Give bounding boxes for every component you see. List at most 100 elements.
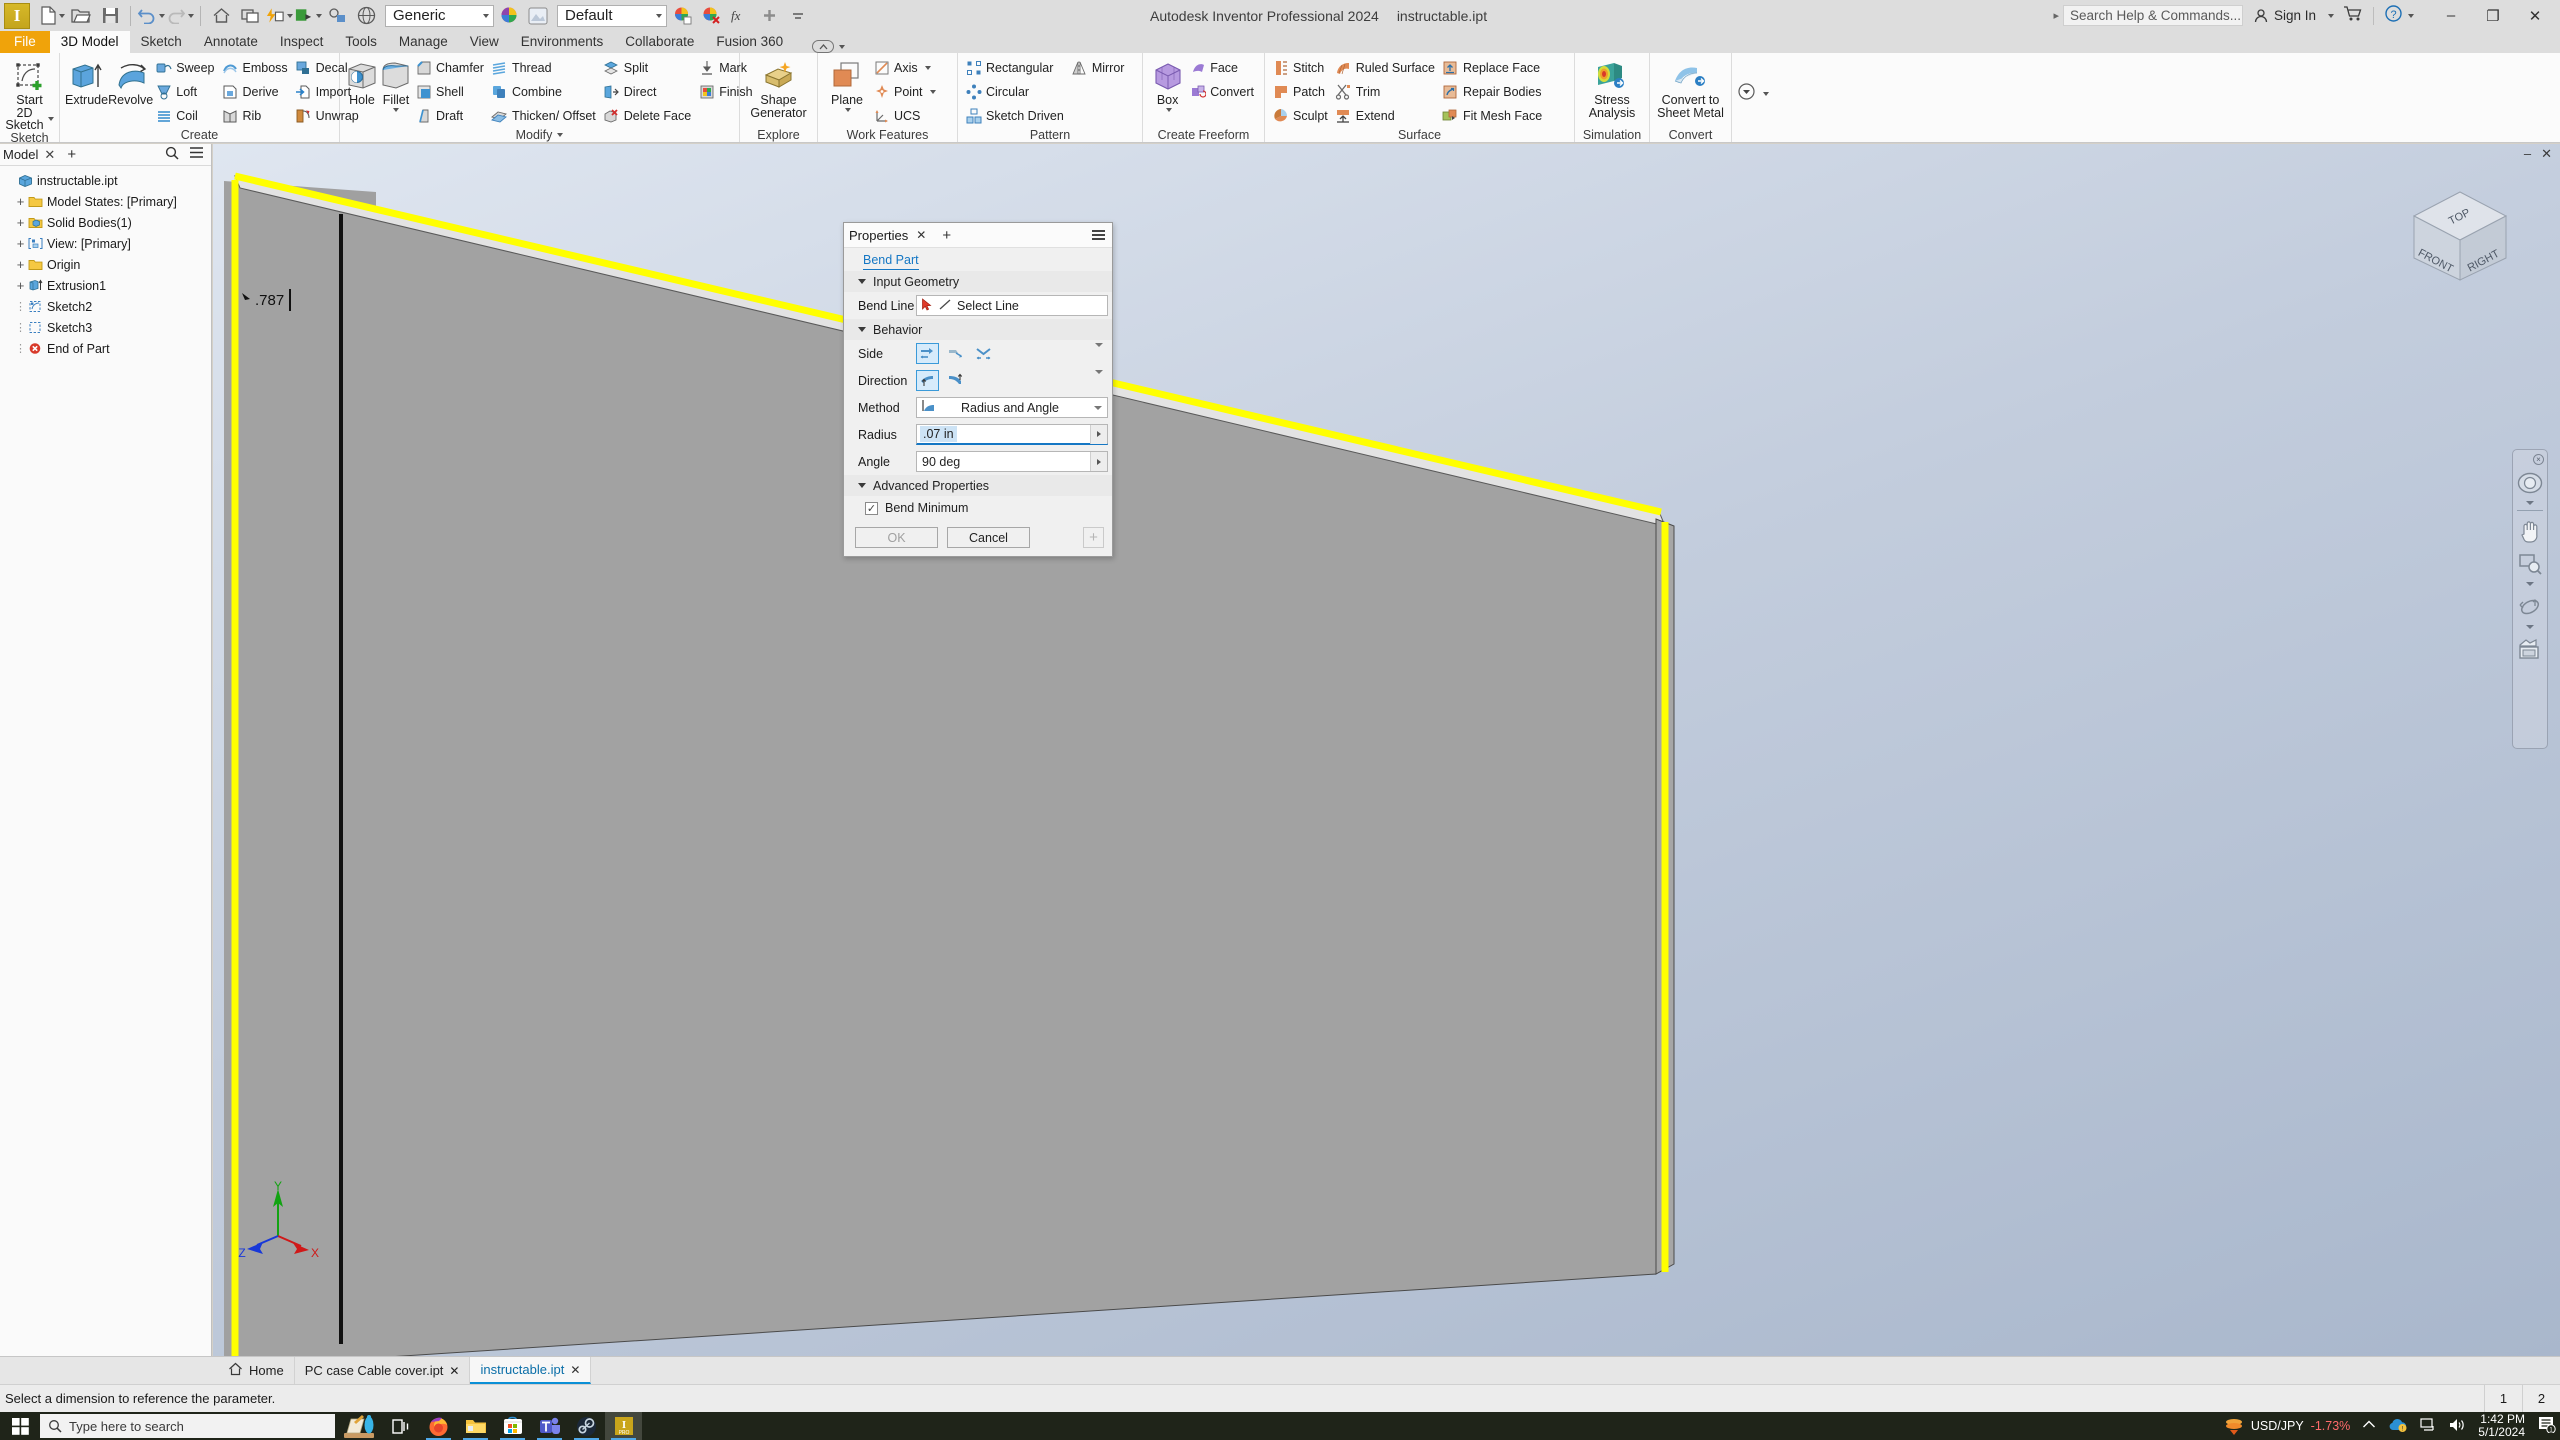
sweep-button[interactable]: Sweep	[153, 56, 219, 80]
add-button[interactable]: +	[1083, 527, 1104, 548]
tree-node-sketch3[interactable]: ⋮ Sketch3	[4, 317, 211, 338]
fillet-button[interactable]: Fillet	[379, 56, 413, 112]
tab-tools[interactable]: Tools	[334, 31, 388, 53]
chevron-down-icon[interactable]	[1095, 370, 1103, 374]
chevron-down-icon[interactable]	[48, 117, 54, 121]
home-button[interactable]	[207, 3, 235, 29]
undo-button[interactable]	[137, 3, 165, 29]
rectangular-pattern-button[interactable]: Rectangular	[963, 56, 1069, 80]
tab-fusion-360[interactable]: Fusion 360	[705, 31, 794, 53]
ribbon-collapse-control[interactable]	[812, 40, 846, 53]
search-expand-icon[interactable]: ▸	[2053, 9, 2059, 22]
tree-node-solid-bodies[interactable]: + Solid Bodies(1)	[4, 212, 211, 233]
pan-hand-icon[interactable]	[2515, 516, 2545, 546]
doc-tab-home[interactable]: Home	[218, 1357, 295, 1384]
tree-node-view[interactable]: + View: [Primary]	[4, 233, 211, 254]
tree-node-sketch2[interactable]: ⋮ Sketch2	[4, 296, 211, 317]
microsoft-teams-icon[interactable]	[531, 1412, 568, 1440]
document-close-button[interactable]: ✕	[2541, 146, 2552, 162]
tab-inspect[interactable]: Inspect	[269, 31, 335, 53]
chevron-down-icon[interactable]	[1763, 92, 1769, 96]
close-icon[interactable]: ✕	[449, 1364, 459, 1378]
properties-dialog[interactable]: Properties ✕ + Bend Part Input Geometry …	[843, 222, 1113, 557]
status-cell-1[interactable]: 1	[2484, 1384, 2522, 1413]
tab-manage[interactable]: Manage	[388, 31, 459, 53]
expand-toggle[interactable]: +	[14, 278, 27, 293]
appearance-sphere-icon[interactable]	[352, 3, 380, 29]
combine-button[interactable]: Combine	[489, 80, 601, 104]
viewcube[interactable]: TOP FRONT RIGHT	[2404, 182, 2516, 290]
onedrive-icon[interactable]: !	[2388, 1417, 2408, 1435]
sculpt-button[interactable]: Sculpt	[1270, 104, 1333, 128]
qat-dropdown-icon[interactable]	[784, 3, 812, 29]
thread-button[interactable]: Thread	[489, 56, 601, 80]
network-icon[interactable]	[2420, 1417, 2437, 1435]
shell-button[interactable]: Shell	[413, 80, 489, 104]
tab-view[interactable]: View	[459, 31, 510, 53]
clear-appearance-icon[interactable]	[697, 3, 725, 29]
side-option-1-button[interactable]	[916, 343, 939, 364]
ucs-button[interactable]: UCS	[871, 104, 941, 128]
method-dropdown[interactable]: Radius and Angle	[916, 397, 1108, 418]
emboss-button[interactable]: Emboss	[220, 56, 293, 80]
tab-sketch[interactable]: Sketch	[130, 31, 193, 53]
close-icon[interactable]: ✕	[44, 147, 55, 163]
section-input-geometry[interactable]: Input Geometry	[844, 271, 1112, 292]
draft-button[interactable]: Draft	[413, 104, 489, 128]
tree-node-end-of-part[interactable]: ⋮ End of Part	[4, 338, 211, 359]
thicken-offset-button[interactable]: Thicken/ Offset	[489, 104, 601, 128]
expand-toggle[interactable]: +	[14, 194, 27, 209]
cancel-button[interactable]: Cancel	[947, 527, 1030, 548]
split-button[interactable]: Split	[601, 56, 696, 80]
chevron-down-icon[interactable]	[2408, 13, 2414, 18]
start-button[interactable]	[0, 1412, 40, 1440]
tab-3d-model[interactable]: 3D Model	[49, 31, 130, 53]
add-qat-icon[interactable]	[755, 3, 783, 29]
side-option-3-button[interactable]	[972, 343, 995, 364]
convert-to-sheet-metal-button[interactable]: Convert to Sheet Metal	[1655, 56, 1726, 119]
revolve-button[interactable]: Revolve	[108, 56, 153, 106]
chevron-down-icon[interactable]	[2526, 501, 2534, 505]
3d-viewport[interactable]: .787 TOP FRONT RIGHT × Y X Z – ✕	[213, 144, 2560, 1356]
close-window-button[interactable]: ✕	[2514, 0, 2556, 31]
file-explorer-icon[interactable]	[457, 1412, 494, 1440]
tree-node-model-states[interactable]: + Model States: [Primary]	[4, 191, 211, 212]
expand-toggle[interactable]: +	[14, 236, 27, 251]
ribbon-overflow-icon[interactable]	[1737, 82, 1756, 106]
axis-button[interactable]: Axis	[871, 56, 941, 80]
parameters-fx-icon[interactable]: fx	[726, 3, 754, 29]
radius-dropdown-button[interactable]	[1090, 424, 1107, 444]
tree-node-part[interactable]: instructable.ipt	[4, 170, 211, 191]
minimize-button[interactable]: –	[2430, 0, 2472, 31]
firefox-icon[interactable]	[420, 1412, 457, 1440]
expand-toggle[interactable]	[4, 174, 17, 187]
appearance-preview-icon[interactable]	[524, 3, 552, 29]
stock-widget[interactable]: USD/JPY -1.73%	[2224, 1418, 2350, 1435]
task-view-icon[interactable]	[383, 1412, 420, 1440]
chevron-down-icon[interactable]	[924, 66, 931, 70]
direct-button[interactable]: Direct	[601, 80, 696, 104]
sketch-driven-pattern-button[interactable]: Sketch Driven	[963, 104, 1069, 128]
notifications-icon[interactable]: 1	[2537, 1416, 2556, 1436]
sign-in-button[interactable]: Sign In	[2253, 8, 2316, 24]
chevron-down-icon[interactable]	[393, 108, 399, 112]
navigation-bar[interactable]: ×	[2512, 449, 2548, 749]
browser-menu-icon[interactable]	[189, 146, 204, 163]
stitch-button[interactable]: Stitch	[1270, 56, 1333, 80]
side-option-2-button[interactable]	[944, 343, 967, 364]
appearance-picker-icon[interactable]	[668, 3, 696, 29]
repair-bodies-button[interactable]: Repair Bodies	[1440, 80, 1547, 104]
tab-annotate[interactable]: Annotate	[193, 31, 269, 53]
chevron-down-icon[interactable]	[844, 108, 851, 112]
doc-tab-instructable[interactable]: instructable.ipt ✕	[470, 1357, 592, 1384]
loft-button[interactable]: Loft	[153, 80, 219, 104]
angle-dropdown-button[interactable]	[1090, 452, 1107, 471]
chevron-down-icon[interactable]	[1095, 343, 1103, 347]
open-file-button[interactable]	[67, 3, 95, 29]
hole-button[interactable]: Hole	[345, 56, 379, 106]
tab-file[interactable]: File	[0, 31, 50, 53]
camera-view-icon[interactable]	[2515, 635, 2545, 665]
fit-mesh-face-button[interactable]: Fit Mesh Face	[1440, 104, 1547, 128]
section-advanced-properties[interactable]: Advanced Properties	[844, 475, 1112, 496]
delete-face-button[interactable]: Delete Face	[601, 104, 696, 128]
